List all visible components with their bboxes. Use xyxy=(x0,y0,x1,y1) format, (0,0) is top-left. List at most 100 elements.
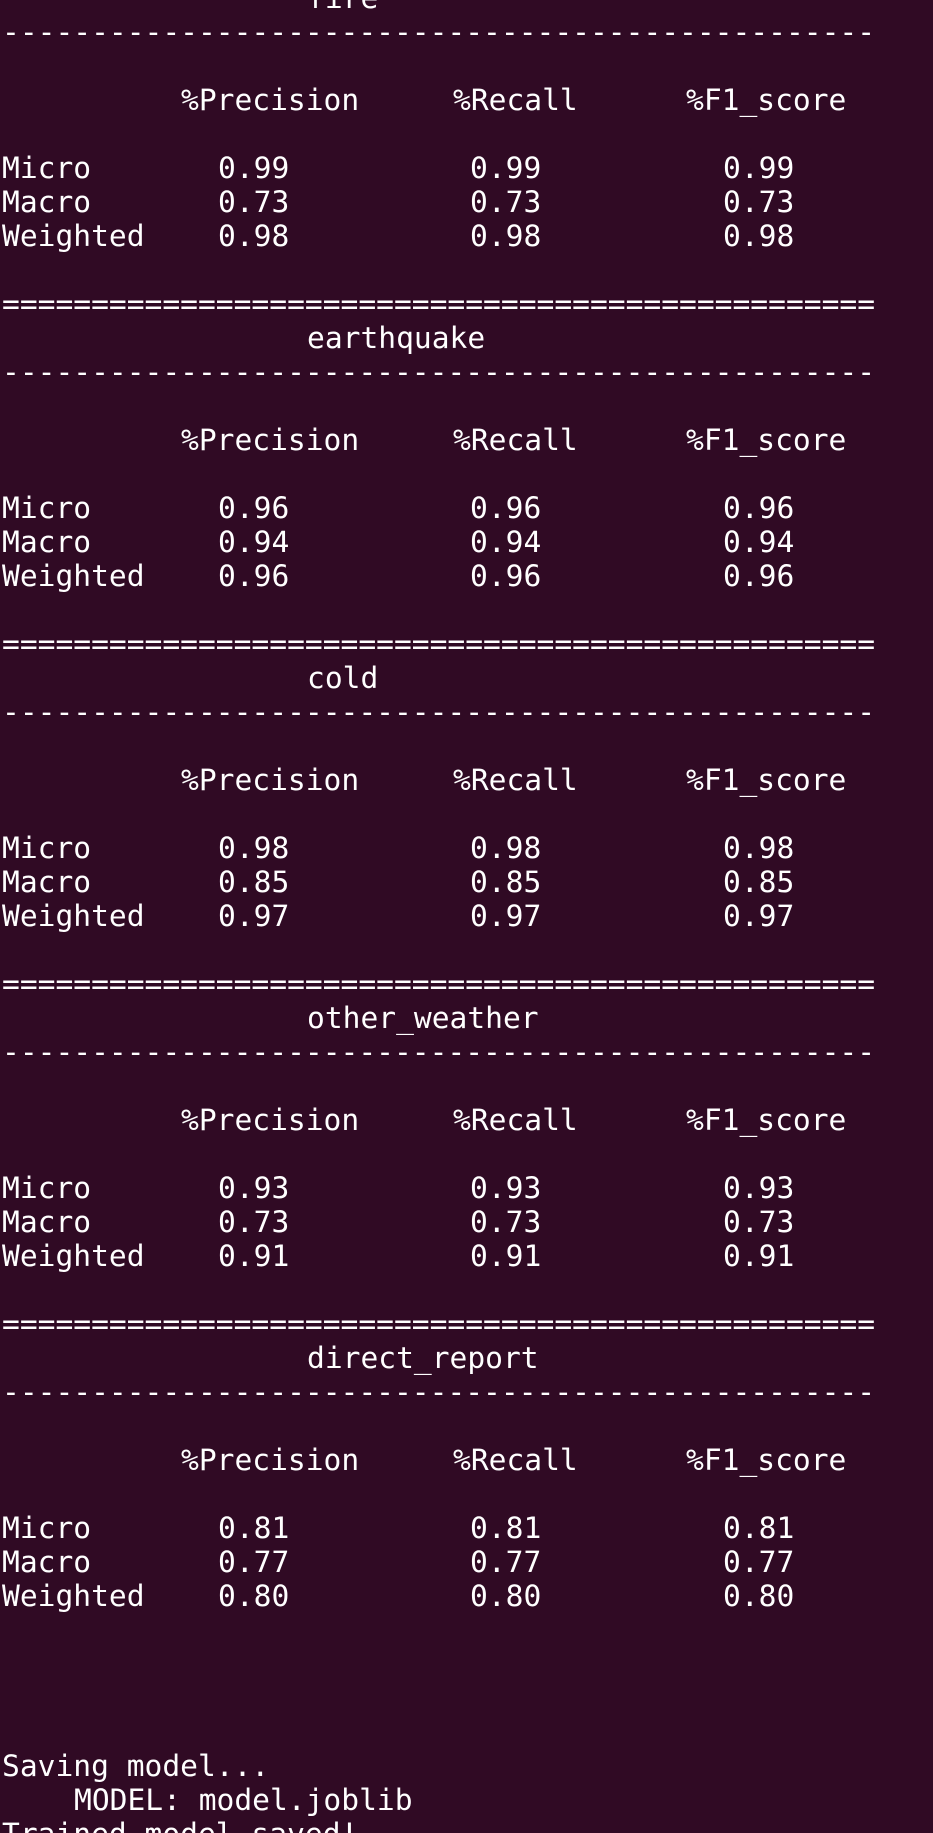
column-header: %F1_score xyxy=(686,1443,847,1477)
separator-equals: ========================================… xyxy=(2,627,876,661)
metric-value: 0.77 xyxy=(723,1545,795,1579)
metric-row: Micro 0.98 0.98 0.98 xyxy=(2,831,933,865)
column-header: %F1_score xyxy=(686,83,847,117)
section-title: other_weather xyxy=(307,1001,539,1035)
column-header-row: %Precision %Recall %F1_score xyxy=(2,1103,933,1137)
metrics-section: ========================================… xyxy=(2,287,933,627)
metric-value: 0.99 xyxy=(470,151,542,185)
metric-value: 0.73 xyxy=(470,185,542,219)
metric-value: 0.81 xyxy=(470,1511,542,1545)
row-label: Micro xyxy=(2,151,92,185)
metric-value: 0.81 xyxy=(723,1511,795,1545)
row-label: Weighted xyxy=(2,1579,145,1613)
separator-dashes: ----------------------------------------… xyxy=(2,355,876,389)
metrics-section: fire------------------------------------… xyxy=(2,0,933,287)
metric-value: 0.85 xyxy=(218,865,290,899)
column-header: %Precision xyxy=(181,763,360,797)
metric-value: 0.93 xyxy=(218,1171,290,1205)
metric-value: 0.96 xyxy=(218,491,290,525)
metric-row: Weighted 0.97 0.97 0.97 xyxy=(2,899,933,933)
column-header-row: %Precision %Recall %F1_score xyxy=(2,423,933,457)
metric-value: 0.98 xyxy=(218,831,290,865)
row-label: Weighted xyxy=(2,899,145,933)
metric-value: 0.97 xyxy=(470,899,542,933)
saved-message: Trained model saved! xyxy=(2,1817,933,1833)
metric-value: 0.93 xyxy=(723,1171,795,1205)
metric-row: Weighted 0.80 0.80 0.80 xyxy=(2,1579,933,1613)
metric-value: 0.73 xyxy=(218,1205,290,1239)
metric-value: 0.91 xyxy=(723,1239,795,1273)
separator-equals: ========================================… xyxy=(2,967,876,1001)
column-header-row: %Precision %Recall %F1_score xyxy=(2,1443,933,1477)
metric-value: 0.81 xyxy=(218,1511,290,1545)
row-label: Micro xyxy=(2,831,92,865)
row-label: Macro xyxy=(2,1205,92,1239)
column-header: %Precision xyxy=(181,83,360,117)
metric-value: 0.91 xyxy=(218,1239,290,1273)
metric-row: Macro 0.94 0.94 0.94 xyxy=(2,525,933,559)
column-header-row: %Precision %Recall %F1_score xyxy=(2,83,933,117)
metric-value: 0.94 xyxy=(218,525,290,559)
metric-value: 0.98 xyxy=(723,831,795,865)
separator-equals: ========================================… xyxy=(2,287,876,321)
metric-value: 0.96 xyxy=(723,491,795,525)
metric-row: Micro 0.96 0.96 0.96 xyxy=(2,491,933,525)
metric-row: Weighted 0.98 0.98 0.98 xyxy=(2,219,933,253)
metric-row: Macro 0.73 0.73 0.73 xyxy=(2,1205,933,1239)
save-log: Saving model...MODEL: model.joblibTraine… xyxy=(2,1647,933,1833)
separator-dashes: ----------------------------------------… xyxy=(2,1375,876,1409)
metric-value: 0.97 xyxy=(218,899,290,933)
column-header: %Precision xyxy=(181,423,360,457)
metrics-section: ========================================… xyxy=(2,1307,933,1647)
metrics-section: ========================================… xyxy=(2,967,933,1307)
column-header: %Recall xyxy=(453,763,578,797)
metric-row: Macro 0.73 0.73 0.73 xyxy=(2,185,933,219)
metric-value: 0.80 xyxy=(470,1579,542,1613)
column-header: %F1_score xyxy=(686,1103,847,1137)
row-label: Micro xyxy=(2,491,92,525)
column-header: %Precision xyxy=(181,1103,360,1137)
metric-row: Micro 0.99 0.99 0.99 xyxy=(2,151,933,185)
metric-value: 0.94 xyxy=(723,525,795,559)
metric-value: 0.98 xyxy=(723,219,795,253)
metric-value: 0.85 xyxy=(723,865,795,899)
row-label: Macro xyxy=(2,185,92,219)
separator-dashes: ----------------------------------------… xyxy=(2,15,876,49)
metric-row: Micro 0.93 0.93 0.93 xyxy=(2,1171,933,1205)
row-label: Micro xyxy=(2,1171,92,1205)
row-label: Weighted xyxy=(2,1239,145,1273)
metric-row: Weighted 0.91 0.91 0.91 xyxy=(2,1239,933,1273)
separator-dashes: ----------------------------------------… xyxy=(2,1035,876,1069)
metric-value: 0.96 xyxy=(470,559,542,593)
column-header: %Recall xyxy=(453,83,578,117)
metric-value: 0.99 xyxy=(723,151,795,185)
separator-dashes: ----------------------------------------… xyxy=(2,695,876,729)
metric-value: 0.80 xyxy=(723,1579,795,1613)
metric-value: 0.98 xyxy=(470,219,542,253)
row-label: Weighted xyxy=(2,219,145,253)
metric-value: 0.98 xyxy=(218,219,290,253)
metric-value: 0.73 xyxy=(723,185,795,219)
metric-value: 0.94 xyxy=(470,525,542,559)
column-header: %Recall xyxy=(453,1103,578,1137)
metric-row: Macro 0.85 0.85 0.85 xyxy=(2,865,933,899)
metric-value: 0.73 xyxy=(723,1205,795,1239)
metric-value: 0.93 xyxy=(470,1171,542,1205)
metric-value: 0.73 xyxy=(470,1205,542,1239)
metric-value: 0.99 xyxy=(218,151,290,185)
model-path-line: MODEL: model.joblib xyxy=(74,1783,413,1817)
separator-equals: ========================================… xyxy=(2,1307,876,1341)
metric-value: 0.80 xyxy=(218,1579,290,1613)
metric-row: Micro 0.81 0.81 0.81 xyxy=(2,1511,933,1545)
